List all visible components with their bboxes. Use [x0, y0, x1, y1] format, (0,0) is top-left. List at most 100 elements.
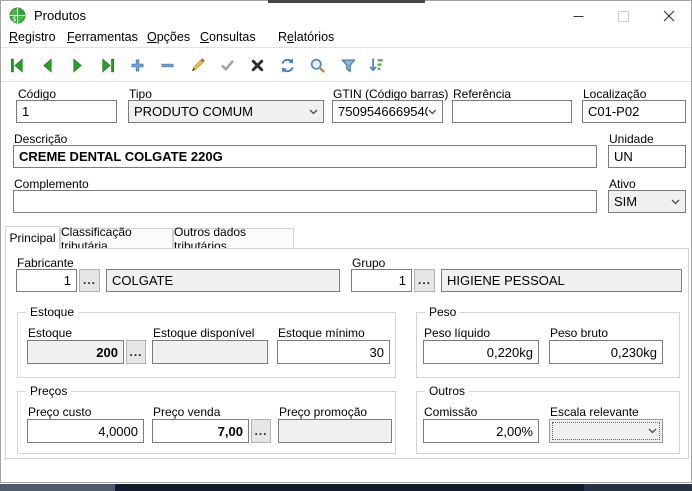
- maximize-icon: [618, 11, 629, 22]
- peso-bruto-input[interactable]: [549, 340, 663, 364]
- complemento-label: Complemento: [14, 177, 89, 191]
- previous-record-icon: [39, 57, 56, 74]
- preco-custo-label: Preço custo: [28, 405, 91, 419]
- codigo-input[interactable]: [16, 100, 117, 123]
- chevron-down-icon: [309, 109, 318, 115]
- localizacao-input[interactable]: [582, 100, 686, 123]
- screen: $ Produtos Registro Ferramentas Opções: [0, 0, 692, 491]
- menu-opcoes[interactable]: Opções: [147, 30, 190, 44]
- estoque-disponivel-label: Estoque disponível: [153, 326, 254, 340]
- grupo-label: Grupo: [352, 256, 385, 270]
- tab-principal[interactable]: Principal: [5, 226, 60, 249]
- gtin-label: GTIN (Código barras): [333, 87, 448, 101]
- minimize-button[interactable]: [556, 1, 601, 31]
- fabricante-name-display: [106, 269, 340, 292]
- check-icon: [219, 57, 236, 74]
- peso-bruto-label: Peso bruto: [550, 326, 608, 340]
- tab-classificacao-tributaria[interactable]: Classificação tributária: [60, 228, 173, 249]
- remove-record-button[interactable]: [154, 52, 180, 78]
- tipo-select[interactable]: PRODUTO COMUM: [128, 100, 324, 123]
- estoque-minimo-input[interactable]: [277, 340, 390, 364]
- estoque-display: [27, 340, 124, 364]
- menu-relatorios[interactable]: Relatórios: [278, 30, 334, 44]
- produtos-window: $ Produtos Registro Ferramentas Opções: [0, 0, 692, 483]
- estoque-group-title: Estoque: [26, 305, 78, 319]
- taskbar-segment-right: [584, 484, 692, 491]
- menu-consultas[interactable]: Consultas: [200, 30, 256, 44]
- gtin-select[interactable]: 7509546669540: [332, 100, 443, 123]
- last-record-button[interactable]: [94, 52, 120, 78]
- preco-promocao-label: Preço promoção: [279, 405, 367, 419]
- estoque-disponivel-display: [152, 340, 268, 364]
- preco-venda-input[interactable]: [152, 419, 249, 443]
- x-icon: [249, 57, 266, 74]
- complemento-input[interactable]: [13, 190, 597, 213]
- magnifier-icon: [309, 57, 326, 74]
- pencil-icon: [189, 57, 206, 74]
- sort-icon: [368, 57, 385, 74]
- toolbar-separator: [1, 81, 691, 82]
- outros-group-title: Outros: [425, 384, 469, 398]
- localizacao-label: Localização: [583, 87, 646, 101]
- peso-liquido-input[interactable]: [423, 340, 539, 364]
- edit-record-button[interactable]: [184, 52, 210, 78]
- comissao-label: Comissão: [424, 405, 477, 419]
- fabricante-label: Fabricante: [17, 256, 74, 270]
- unidade-input[interactable]: [608, 145, 686, 168]
- fabricante-lookup-button[interactable]: ...: [79, 269, 100, 292]
- confirm-button[interactable]: [214, 52, 240, 78]
- first-record-icon: [9, 57, 26, 74]
- tipo-label: Tipo: [129, 87, 152, 101]
- filter-button[interactable]: [335, 52, 361, 78]
- close-button[interactable]: [646, 1, 691, 31]
- grupo-lookup-button[interactable]: ...: [414, 269, 435, 292]
- taskbar: [0, 484, 692, 491]
- fabricante-code-input[interactable]: [16, 269, 77, 292]
- unidade-label: Unidade: [609, 132, 654, 146]
- taskbar-segment-left: [0, 484, 115, 491]
- grupo-name-display: [441, 269, 682, 292]
- precos-group-title: Preços: [26, 384, 71, 398]
- refresh-button[interactable]: [274, 52, 300, 78]
- cancel-button[interactable]: [244, 52, 270, 78]
- window-controls: [556, 1, 691, 31]
- next-record-button[interactable]: [64, 52, 90, 78]
- search-button[interactable]: [304, 52, 330, 78]
- maximize-button: [601, 1, 646, 31]
- first-record-button[interactable]: [4, 52, 30, 78]
- preco-venda-label: Preço venda: [153, 405, 220, 419]
- svg-text:$: $: [12, 16, 16, 23]
- sort-button[interactable]: [363, 52, 389, 78]
- tab-outros-dados-tributarios[interactable]: Outros dados tributários: [173, 228, 294, 249]
- referencia-label: Referência: [453, 87, 511, 101]
- peso-liquido-label: Peso líquido: [424, 326, 490, 340]
- referencia-input[interactable]: [452, 100, 572, 123]
- menubar: Registro Ferramentas Opções Consultas Re…: [1, 28, 691, 47]
- escala-relevante-select[interactable]: [549, 419, 663, 443]
- escala-relevante-label: Escala relevante: [550, 405, 639, 419]
- chevron-down-icon: [648, 428, 657, 434]
- add-record-button[interactable]: [124, 52, 150, 78]
- minus-icon: [159, 57, 176, 74]
- menu-ferramentas[interactable]: Ferramentas: [67, 30, 138, 44]
- window-title: Produtos: [34, 8, 86, 23]
- menu-registro[interactable]: Registro: [9, 30, 56, 44]
- next-record-icon: [69, 57, 86, 74]
- ativo-select[interactable]: SIM: [608, 190, 686, 213]
- plus-icon: [129, 57, 146, 74]
- preco-custo-input[interactable]: [27, 419, 144, 443]
- grupo-code-input[interactable]: [351, 269, 412, 292]
- chevron-down-icon: [428, 109, 437, 115]
- preco-venda-lookup-button[interactable]: ...: [251, 419, 271, 443]
- background-window-edge: [268, 0, 425, 3]
- estoque-lookup-button[interactable]: ...: [126, 340, 146, 364]
- previous-record-button[interactable]: [34, 52, 60, 78]
- descricao-label: Descrição: [14, 132, 67, 146]
- preco-promocao-display: [278, 419, 392, 443]
- estoque-minimo-label: Estoque mínimo: [278, 326, 365, 340]
- menu-separator: [1, 47, 691, 48]
- descricao-input[interactable]: [13, 145, 597, 168]
- last-record-icon: [99, 57, 116, 74]
- estoque-field-label: Estoque: [28, 326, 72, 340]
- comissao-input[interactable]: [423, 419, 539, 443]
